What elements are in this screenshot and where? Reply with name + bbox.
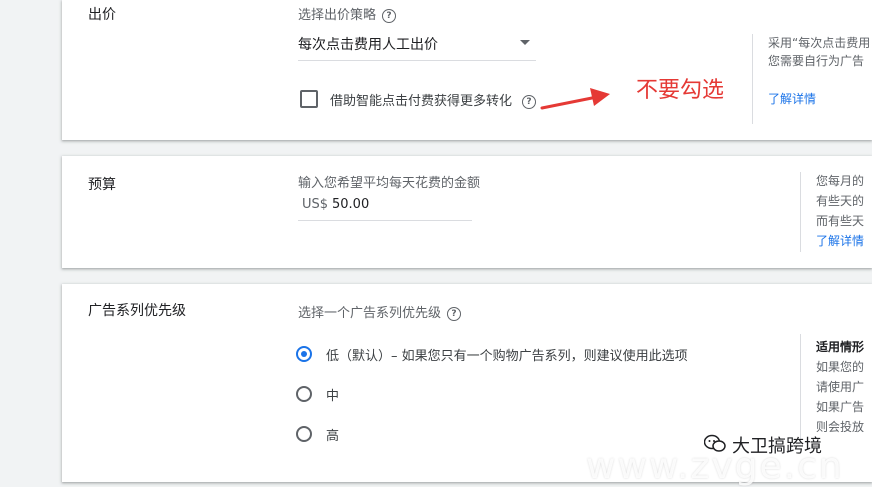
side-text: 则会投放 bbox=[816, 420, 865, 434]
currency-label: US$ bbox=[302, 197, 329, 212]
priority-low-label[interactable]: 低（默认）– 如果您只有一个购物广告系列，则建议使用此选项 bbox=[326, 345, 688, 364]
budget-hint: 输入您希望平均每天花费的金额 bbox=[298, 176, 481, 191]
help-icon[interactable]: ? bbox=[382, 8, 397, 23]
learn-more-link[interactable]: 了解详情 bbox=[768, 90, 816, 107]
enhanced-cpc-label: 借助智能点击付费获得更多转化? bbox=[330, 90, 537, 109]
side-text: 有些天的 bbox=[816, 194, 865, 208]
strategy-hint-text: 选择出价策略 bbox=[298, 8, 377, 23]
chevron-down-icon bbox=[520, 40, 530, 45]
side-title: 适用情形 bbox=[816, 340, 865, 354]
budget-card: 预算 输入您希望平均每天花费的金额 US$ 50.00 您每月的 有些天的 而有… bbox=[62, 156, 872, 268]
budget-input[interactable]: US$ 50.00 bbox=[298, 192, 472, 221]
side-text: 您需要自行为广告 bbox=[768, 54, 865, 68]
priority-medium-label[interactable]: 中 bbox=[326, 385, 339, 404]
bidding-card: 出价 选择出价策略? 每次点击费用人工出价 借助智能点击付费获得更多转化? 不要… bbox=[62, 0, 872, 140]
budget-amount: 50.00 bbox=[332, 197, 370, 212]
help-icon[interactable]: ? bbox=[447, 306, 462, 321]
priority-title: 广告系列优先级 bbox=[88, 303, 186, 319]
side-text: 而有些天 bbox=[816, 214, 865, 228]
bid-strategy-select[interactable]: 每次点击费用人工出价 bbox=[298, 28, 536, 61]
help-icon[interactable]: ? bbox=[522, 94, 537, 109]
side-text: 您每月的 bbox=[816, 174, 865, 188]
bid-strategy-value: 每次点击费用人工出价 bbox=[298, 37, 438, 53]
priority-low-radio[interactable] bbox=[296, 346, 312, 362]
side-text: 如果广告 bbox=[816, 400, 865, 414]
side-divider bbox=[800, 334, 801, 444]
enhanced-cpc-label-text: 借助智能点击付费获得更多转化 bbox=[330, 94, 513, 109]
side-divider bbox=[752, 34, 753, 124]
side-text: 如果您的 bbox=[816, 360, 865, 374]
strategy-hint: 选择出价策略? bbox=[298, 4, 397, 23]
priority-high-radio[interactable] bbox=[296, 426, 312, 442]
side-text: 请使用广 bbox=[816, 380, 865, 394]
priority-hint: 选择一个广告系列优先级? bbox=[298, 302, 462, 321]
enhanced-cpc-checkbox[interactable] bbox=[300, 90, 318, 108]
bidding-title: 出价 bbox=[88, 7, 116, 23]
left-gutter bbox=[0, 0, 62, 482]
priority-high-label[interactable]: 高 bbox=[326, 425, 339, 444]
learn-more-link[interactable]: 了解详情 bbox=[816, 232, 864, 249]
annotation-text: 不要勾选 bbox=[636, 78, 725, 103]
watermark-site: www.zvge.cn bbox=[586, 446, 844, 487]
annotation-arrow-icon bbox=[540, 88, 610, 110]
priority-hint-text: 选择一个广告系列优先级 bbox=[298, 306, 442, 321]
priority-medium-radio[interactable] bbox=[296, 386, 312, 402]
side-divider bbox=[800, 172, 801, 252]
budget-title: 预算 bbox=[88, 177, 116, 193]
side-text: 采用“每次点击费用 bbox=[768, 36, 871, 50]
